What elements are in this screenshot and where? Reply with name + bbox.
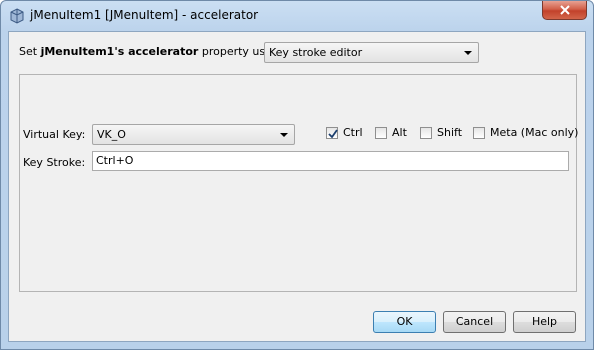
help-button[interactable]: Help bbox=[513, 311, 576, 333]
shift-label: Shift bbox=[437, 126, 463, 139]
cancel-button[interactable]: Cancel bbox=[443, 311, 506, 333]
checkbox-box bbox=[473, 127, 485, 139]
prompt-prefix: Set bbox=[19, 45, 41, 58]
bean-property-icon bbox=[9, 8, 25, 24]
ok-button[interactable]: OK bbox=[373, 311, 436, 333]
key-stroke-value: Ctrl+O bbox=[96, 154, 134, 167]
close-icon bbox=[560, 5, 570, 15]
checkmark-icon bbox=[328, 129, 338, 139]
window-title: jMenuItem1 [JMenuItem] - accelerator bbox=[30, 8, 259, 22]
chevron-down-icon bbox=[464, 51, 472, 55]
close-button[interactable] bbox=[542, 1, 587, 20]
virtual-key-select[interactable]: VK_O bbox=[92, 124, 295, 145]
key-stroke-field[interactable]: Ctrl+O bbox=[92, 151, 569, 171]
component-possessive: 's bbox=[114, 45, 129, 58]
virtual-key-value: VK_O bbox=[97, 128, 126, 141]
dialog-window: jMenuItem1 [JMenuItem] - accelerator Set… bbox=[0, 0, 594, 350]
ctrl-label: Ctrl bbox=[343, 126, 363, 139]
meta-label: Meta (Mac only) bbox=[490, 126, 579, 139]
checkbox-box bbox=[420, 127, 432, 139]
virtual-key-label: Virtual Key: bbox=[23, 128, 86, 141]
alt-label: Alt bbox=[392, 126, 407, 139]
chevron-down-icon bbox=[280, 133, 288, 137]
property-name: accelerator bbox=[128, 45, 199, 58]
component-name: jMenuItem1 bbox=[40, 45, 115, 58]
title-bar[interactable]: jMenuItem1 [JMenuItem] - accelerator bbox=[1, 1, 593, 31]
checkbox-box bbox=[326, 127, 338, 139]
key-stroke-label: Key Stroke: bbox=[23, 156, 86, 169]
dialog-content: Set jMenuItem1's accelerator property us… bbox=[8, 31, 586, 342]
property-editor-prompt: Set jMenuItem1's accelerator property us… bbox=[19, 45, 286, 58]
editor-mode-select[interactable]: Key stroke editor bbox=[264, 42, 479, 63]
checkbox-box bbox=[375, 127, 387, 139]
editor-mode-value: Key stroke editor bbox=[269, 46, 363, 59]
key-stroke-editor-panel bbox=[19, 74, 577, 292]
